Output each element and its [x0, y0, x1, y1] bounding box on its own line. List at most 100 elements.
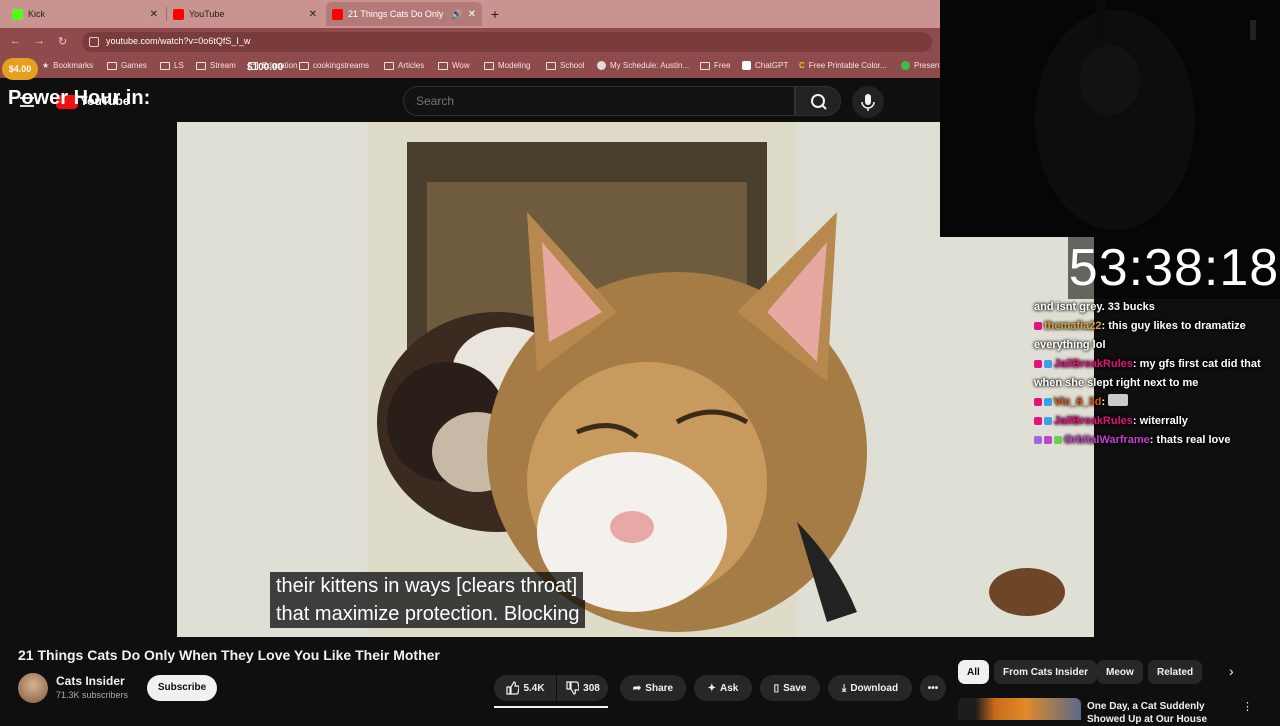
bookmark-item[interactable]: Games — [107, 61, 147, 70]
badge-icon — [1034, 398, 1042, 406]
more-vert-icon[interactable]: ⋮ — [1242, 700, 1253, 713]
folder-icon — [438, 61, 448, 70]
caption-line: their kittens in ways [clears throat] — [270, 572, 584, 600]
bookmark-label: Modeling — [498, 61, 531, 70]
globe-icon — [597, 61, 606, 70]
folder-icon — [196, 61, 206, 70]
chat-text: witerrally — [1139, 415, 1188, 427]
chevron-right-icon[interactable]: › — [1229, 663, 1234, 679]
webcam-feed — [940, 0, 1280, 237]
channel-name[interactable]: Cats Insider — [56, 674, 125, 688]
chip-all[interactable]: All — [958, 660, 989, 684]
site-info-icon[interactable] — [89, 37, 99, 47]
bookmark-label: Wow — [452, 61, 470, 70]
tab-kick[interactable]: Kick ✕ — [6, 2, 164, 26]
reload-icon[interactable]: ↻ — [58, 35, 67, 48]
ask-button[interactable]: ✦ Ask — [694, 675, 752, 701]
bookmarks-bar: ★ Bookmarks Games LS Stream Education coo… — [0, 56, 942, 78]
search-icon — [811, 94, 827, 110]
video-captions: their kittens in ways [clears throat] th… — [270, 572, 871, 628]
chatgpt-icon — [742, 61, 751, 70]
microphone-icon — [861, 94, 875, 111]
bookmark-item[interactable]: cookingstreams — [299, 61, 369, 70]
subscribe-button[interactable]: Subscribe — [147, 675, 217, 701]
dislike-count: 308 — [583, 682, 600, 694]
bookmark-label: Free Printable Color... — [808, 61, 887, 70]
chat-message: themafia22: this guy likes to dramatize … — [1034, 320, 1246, 351]
sparkle-icon: ✦ — [707, 682, 717, 694]
bookmark-label: Free — [714, 61, 731, 70]
url-field[interactable]: youtube.com/watch?v=0o6tQfS_I_w — [82, 32, 932, 52]
chat-overlay: and isnt grey. 33 bucks themafia22: this… — [1034, 298, 1280, 458]
folder-icon — [107, 61, 117, 70]
bookmark-item[interactable]: C Free Printable Color... — [799, 61, 887, 70]
search-button[interactable] — [795, 86, 841, 116]
close-icon[interactable]: ✕ — [309, 9, 317, 20]
chat-username: Vic_6_3d — [1054, 396, 1102, 408]
bookmark-label: Present — [914, 61, 942, 70]
bookmark-item[interactable]: Wow — [438, 61, 470, 70]
close-icon[interactable]: ✕ — [150, 9, 158, 20]
address-bar-row: ← → ↻ youtube.com/watch?v=0o6tQfS_I_w — [0, 28, 940, 56]
tab-video[interactable]: 21 Things Cats Do Only Wh 🔊 ✕ — [326, 2, 482, 26]
more-actions-button[interactable]: ••• — [920, 675, 946, 701]
chat-message: JailBreakRules: witerrally — [1034, 412, 1280, 431]
bookmark-item[interactable]: Modeling — [484, 61, 530, 70]
kick-icon — [12, 8, 23, 20]
chip-from-channel[interactable]: From Cats Insider — [994, 660, 1098, 684]
youtube-icon — [332, 8, 343, 20]
save-label: Save — [783, 682, 807, 694]
youtube-icon — [173, 8, 184, 20]
caption-line: that maximize protection. Blocking — [270, 600, 586, 628]
chip-related[interactable]: Related — [1148, 660, 1203, 684]
bookmark-item[interactable]: ChatGPT — [742, 61, 788, 70]
thumbs-down-icon — [566, 681, 580, 695]
share-button[interactable]: ➦ Share — [620, 675, 686, 701]
bookmark-item[interactable]: ★ Bookmarks — [42, 61, 93, 70]
bookmark-label: ChatGPT — [755, 61, 789, 70]
more-icon: ••• — [927, 682, 939, 694]
like-button[interactable]: 5.4K — [494, 675, 556, 701]
webcam-overlay — [940, 0, 1280, 237]
search-box[interactable] — [403, 86, 795, 116]
bookmark-item[interactable]: Free — [700, 61, 730, 70]
bookmark-item[interactable]: Articles — [384, 61, 424, 70]
youtube-header: YouTube Power Hour in: — [0, 80, 940, 122]
coin-badge: $4.00 — [2, 58, 38, 80]
recommended-thumbnail[interactable] — [958, 698, 1081, 720]
folder-icon — [546, 61, 556, 70]
chip-meow[interactable]: Meow — [1097, 660, 1143, 684]
dislike-button[interactable]: 308 — [557, 675, 608, 701]
folder-icon — [484, 61, 494, 70]
chat-message: Vic_6_3d: — [1034, 393, 1280, 412]
folder-icon — [299, 61, 309, 70]
back-icon[interactable]: ← — [10, 35, 21, 47]
chat-message: OrbitalWarframe: thats real love — [1034, 431, 1280, 450]
new-tab-button[interactable]: + — [486, 5, 504, 23]
c-icon: C — [799, 61, 805, 70]
bookmark-item[interactable]: School — [546, 61, 584, 70]
bookmark-item[interactable]: LS — [160, 61, 184, 70]
forward-icon[interactable]: → — [34, 35, 45, 47]
chat-text: and isnt grey. 33 bucks — [1034, 301, 1155, 313]
badge-icon — [1034, 417, 1042, 425]
folder-icon — [384, 61, 394, 70]
bookmark-label: Games — [121, 61, 147, 70]
close-icon[interactable]: ✕ — [468, 9, 476, 20]
download-button[interactable]: ⤓ Download — [828, 675, 912, 701]
recommended-title[interactable]: One Day, a Cat Suddenly Showed Up at Our… — [1087, 700, 1237, 726]
bookmark-item[interactable]: Present — [901, 61, 942, 70]
tab-youtube[interactable]: YouTube ✕ — [167, 2, 323, 26]
bookmark-label: Articles — [398, 61, 425, 70]
save-button[interactable]: ▯ Save — [760, 675, 820, 701]
bookmark-item[interactable]: Stream — [196, 61, 236, 70]
voice-search-button[interactable] — [852, 86, 884, 118]
dot-icon — [901, 61, 910, 70]
tab-strip: Kick ✕ YouTube ✕ 21 Things Cats Do Only … — [0, 0, 940, 28]
download-label: Download — [850, 682, 899, 694]
speaker-icon[interactable]: 🔊 — [451, 9, 462, 20]
bookmark-item[interactable]: My Schedule: Austin... — [597, 61, 689, 70]
bookmark-label: cookingstreams — [313, 61, 370, 70]
channel-avatar[interactable] — [18, 673, 48, 703]
search-input[interactable] — [416, 94, 776, 108]
